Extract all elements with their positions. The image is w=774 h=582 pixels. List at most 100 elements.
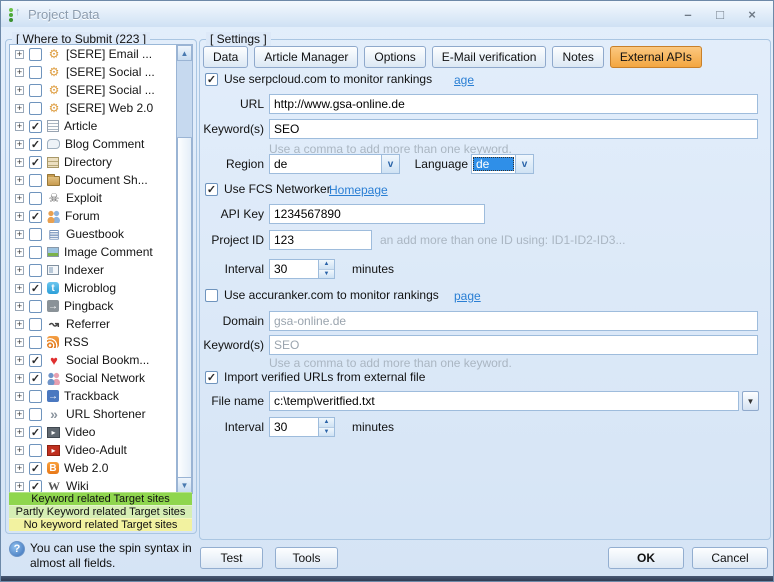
- tree-item-article[interactable]: +✓Article: [10, 117, 191, 135]
- ok-button[interactable]: OK: [608, 547, 684, 569]
- tab-notes[interactable]: Notes: [552, 46, 603, 68]
- tree-item-exploit[interactable]: +☠Exploit: [10, 189, 191, 207]
- tree-checkbox[interactable]: ✓: [29, 282, 42, 295]
- expand-icon[interactable]: +: [15, 176, 24, 185]
- tree-item-forum[interactable]: +✓Forum: [10, 207, 191, 225]
- tree-scrollbar[interactable]: ▲ ▼: [176, 44, 193, 494]
- spin-up-icon[interactable]: ▲: [319, 418, 334, 428]
- expand-icon[interactable]: +: [15, 356, 24, 365]
- tree-item-directory[interactable]: +✓Directory: [10, 153, 191, 171]
- expand-icon[interactable]: +: [15, 266, 24, 275]
- tree-item-trackback[interactable]: +→Trackback: [10, 387, 191, 405]
- tree-checkbox[interactable]: ✓: [29, 372, 42, 385]
- tree-item-guestbook[interactable]: +▤Guestbook: [10, 225, 191, 243]
- tree-checkbox[interactable]: [29, 390, 42, 403]
- expand-icon[interactable]: +: [15, 428, 24, 437]
- tree-item-pingback[interactable]: +→Pingback: [10, 297, 191, 315]
- interval1-stepper[interactable]: 30 ▲▼: [269, 259, 335, 279]
- region-select[interactable]: de v: [269, 154, 400, 174]
- tree-item-sere-social[interactable]: +⚙[SERE] Social ...: [10, 81, 191, 99]
- tree-checkbox[interactable]: [29, 174, 42, 187]
- domain-input[interactable]: [269, 311, 758, 331]
- tree-checkbox[interactable]: ✓: [29, 462, 42, 475]
- api-key-input[interactable]: [269, 204, 485, 224]
- minimize-button-icon[interactable]: –: [677, 7, 699, 22]
- expand-icon[interactable]: +: [15, 104, 24, 113]
- tree-checkbox[interactable]: [29, 228, 42, 241]
- tree-item-social-network[interactable]: +✓Social Network: [10, 369, 191, 387]
- tree-checkbox[interactable]: [29, 408, 42, 421]
- tab-e-mail-verification[interactable]: E-Mail verification: [432, 46, 547, 68]
- scroll-down-icon[interactable]: ▼: [177, 477, 192, 493]
- expand-icon[interactable]: +: [15, 446, 24, 455]
- tree-item-referrer[interactable]: +↝Referrer: [10, 315, 191, 333]
- titlebar[interactable]: ↑ Project Data – □ ×: [1, 1, 773, 27]
- accuranker-link[interactable]: page: [454, 289, 481, 303]
- keywords2-input[interactable]: [269, 335, 758, 355]
- spin-down-icon[interactable]: ▼: [319, 428, 334, 437]
- tree-checkbox[interactable]: [29, 444, 42, 457]
- tree-checkbox[interactable]: [29, 192, 42, 205]
- tree-checkbox[interactable]: [29, 48, 42, 61]
- keywords-input[interactable]: [269, 119, 758, 139]
- scroll-thumb[interactable]: [177, 137, 192, 478]
- spin-up-icon[interactable]: ▲: [319, 260, 334, 270]
- tree-checkbox[interactable]: ✓: [29, 210, 42, 223]
- url-input[interactable]: [269, 94, 758, 114]
- expand-icon[interactable]: +: [15, 248, 24, 257]
- serpcloud-checkbox[interactable]: ✓: [205, 73, 218, 86]
- expand-icon[interactable]: +: [15, 50, 24, 59]
- expand-icon[interactable]: +: [15, 410, 24, 419]
- expand-icon[interactable]: +: [15, 68, 24, 77]
- tree-checkbox[interactable]: ✓: [29, 138, 42, 151]
- accuranker-checkbox[interactable]: [205, 289, 218, 302]
- tree-item-sere-email[interactable]: +⚙[SERE] Email ...: [10, 45, 191, 63]
- tree-item-video[interactable]: +✓▸Video: [10, 423, 191, 441]
- tab-article-manager[interactable]: Article Manager: [254, 46, 358, 68]
- tree-checkbox[interactable]: [29, 66, 42, 79]
- tree-item-social-bookm[interactable]: +✓♥Social Bookm...: [10, 351, 191, 369]
- spin-down-icon[interactable]: ▼: [319, 270, 334, 279]
- expand-icon[interactable]: +: [15, 302, 24, 311]
- tab-options[interactable]: Options: [364, 46, 425, 68]
- tree-checkbox[interactable]: [29, 246, 42, 259]
- tree-item-sere-social[interactable]: +⚙[SERE] Social ...: [10, 63, 191, 81]
- close-button-icon[interactable]: ×: [741, 7, 763, 22]
- expand-icon[interactable]: +: [15, 392, 24, 401]
- chevron-down-icon[interactable]: v: [515, 155, 533, 173]
- expand-icon[interactable]: +: [15, 212, 24, 221]
- expand-icon[interactable]: +: [15, 122, 24, 131]
- scroll-up-icon[interactable]: ▲: [177, 45, 192, 61]
- fcs-checkbox[interactable]: ✓: [205, 183, 218, 196]
- tree-item-image-comment[interactable]: +Image Comment: [10, 243, 191, 261]
- tab-data[interactable]: Data: [203, 46, 248, 68]
- tree-checkbox[interactable]: [29, 84, 42, 97]
- tree-item-microblog[interactable]: +✓tMicroblog: [10, 279, 191, 297]
- tree-item-indexer[interactable]: +Indexer: [10, 261, 191, 279]
- tree-checkbox[interactable]: [29, 318, 42, 331]
- cancel-button[interactable]: Cancel: [692, 547, 768, 569]
- chevron-down-icon[interactable]: v: [381, 155, 399, 173]
- serpcloud-link[interactable]: age: [454, 73, 474, 87]
- tree-item-video-adult[interactable]: +▸Video-Adult: [10, 441, 191, 459]
- import-checkbox[interactable]: ✓: [205, 371, 218, 384]
- tree-checkbox[interactable]: ✓: [29, 156, 42, 169]
- project-id-input[interactable]: [269, 230, 372, 250]
- file-dropdown-icon[interactable]: ▼: [742, 391, 759, 411]
- expand-icon[interactable]: +: [15, 374, 24, 383]
- expand-icon[interactable]: +: [15, 338, 24, 347]
- expand-icon[interactable]: +: [15, 86, 24, 95]
- tree-item-web-2-0[interactable]: +✓BWeb 2.0: [10, 459, 191, 477]
- expand-icon[interactable]: +: [15, 482, 24, 491]
- tree-item-rss[interactable]: +RSS: [10, 333, 191, 351]
- tree-item-blog-comment[interactable]: +✓Blog Comment: [10, 135, 191, 153]
- tree-checkbox[interactable]: ✓: [29, 426, 42, 439]
- language-select[interactable]: de v: [471, 154, 534, 174]
- expand-icon[interactable]: +: [15, 320, 24, 329]
- expand-icon[interactable]: +: [15, 284, 24, 293]
- tree-checkbox[interactable]: [29, 264, 42, 277]
- test-button[interactable]: Test: [200, 547, 263, 569]
- tree-checkbox[interactable]: ✓: [29, 354, 42, 367]
- tree-checkbox[interactable]: ✓: [29, 120, 42, 133]
- interval2-stepper[interactable]: 30 ▲▼: [269, 417, 335, 437]
